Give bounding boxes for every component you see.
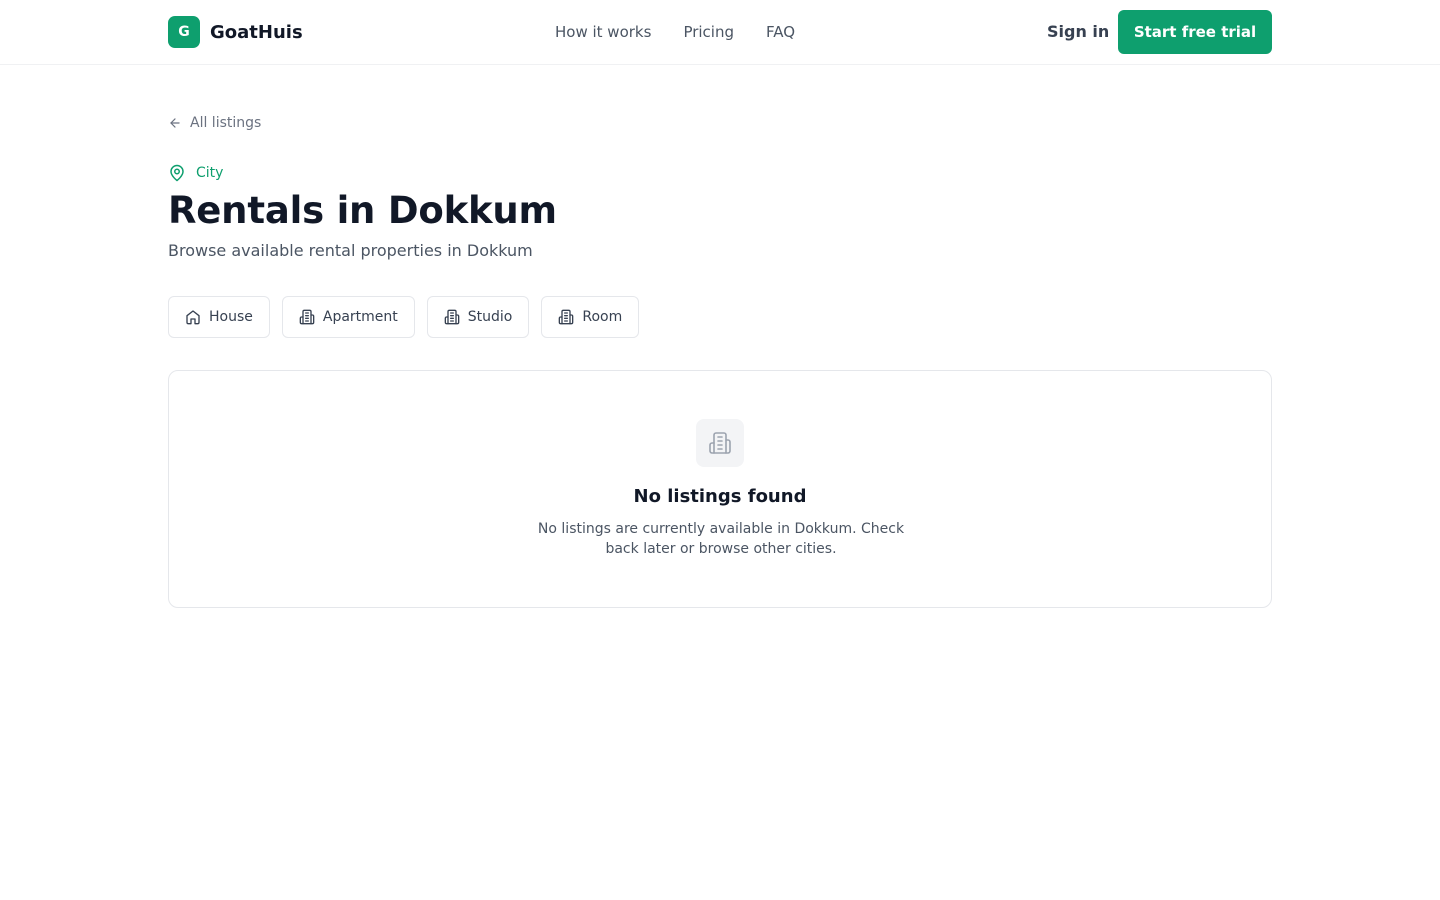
- filter-label: House: [209, 309, 253, 325]
- empty-state-message: No listings are currently available in D…: [537, 521, 905, 557]
- filter-label: Apartment: [322, 309, 398, 325]
- map-pin-icon: [170, 164, 184, 182]
- building-icon: [299, 309, 315, 325]
- empty-state-icon-container: [696, 419, 744, 467]
- arrow-left-icon: [170, 118, 180, 128]
- empty-state-card: No listings found No listings are curren…: [168, 370, 1272, 608]
- filter-house[interactable]: House: [168, 296, 270, 338]
- back-to-listings-link[interactable]: All listings: [168, 112, 261, 134]
- location-type-label: City: [196, 165, 224, 181]
- main-nav: How it works Pricing FAQ: [555, 21, 795, 43]
- building-icon: [559, 309, 574, 325]
- filter-apartment[interactable]: Apartment: [281, 296, 415, 338]
- building-icon: [709, 432, 731, 454]
- empty-state-title: No listings found: [633, 486, 807, 507]
- page-subtitle: Browse available rental properties in Do…: [168, 241, 533, 260]
- filter-room[interactable]: Room: [541, 296, 640, 338]
- home-icon: [186, 310, 200, 325]
- sign-in-link[interactable]: Sign in: [1047, 21, 1109, 43]
- nav-faq[interactable]: FAQ: [766, 21, 795, 43]
- filter-label: Studio: [467, 309, 513, 325]
- brand-link[interactable]: G GoatHuis: [168, 16, 303, 48]
- property-type-filters: House Apartment Studio Room: [168, 296, 640, 338]
- start-free-trial-button[interactable]: Start free trial: [1118, 10, 1272, 54]
- location-type: City: [168, 163, 223, 183]
- page-title: Rentals in Dokkum: [168, 189, 557, 232]
- filter-label: Room: [582, 309, 623, 325]
- nav-how-it-works[interactable]: How it works: [555, 21, 651, 43]
- brand-name: GoatHuis: [210, 21, 303, 43]
- back-link-label: All listings: [190, 115, 262, 131]
- logo-mark: G: [168, 16, 200, 48]
- site-header: G GoatHuis How it works Pricing FAQ Sign…: [0, 0, 1440, 65]
- building-icon: [444, 309, 460, 325]
- filter-studio[interactable]: Studio: [426, 296, 530, 338]
- nav-pricing[interactable]: Pricing: [683, 21, 734, 43]
